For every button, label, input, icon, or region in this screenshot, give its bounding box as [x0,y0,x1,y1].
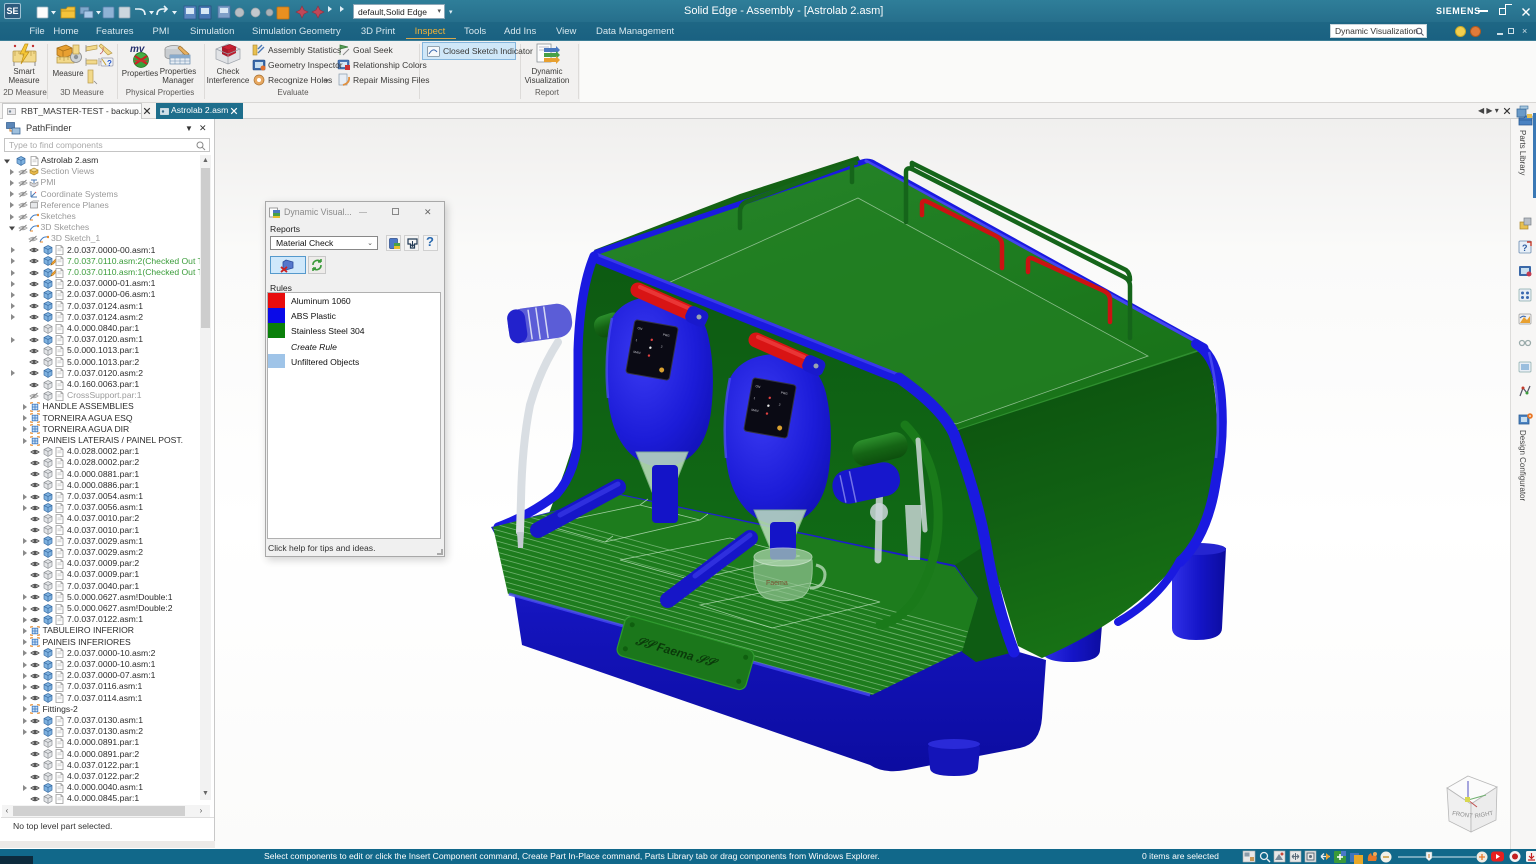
svg-text:Faema: Faema [766,580,788,587]
svg-text:?: ? [1522,243,1528,253]
